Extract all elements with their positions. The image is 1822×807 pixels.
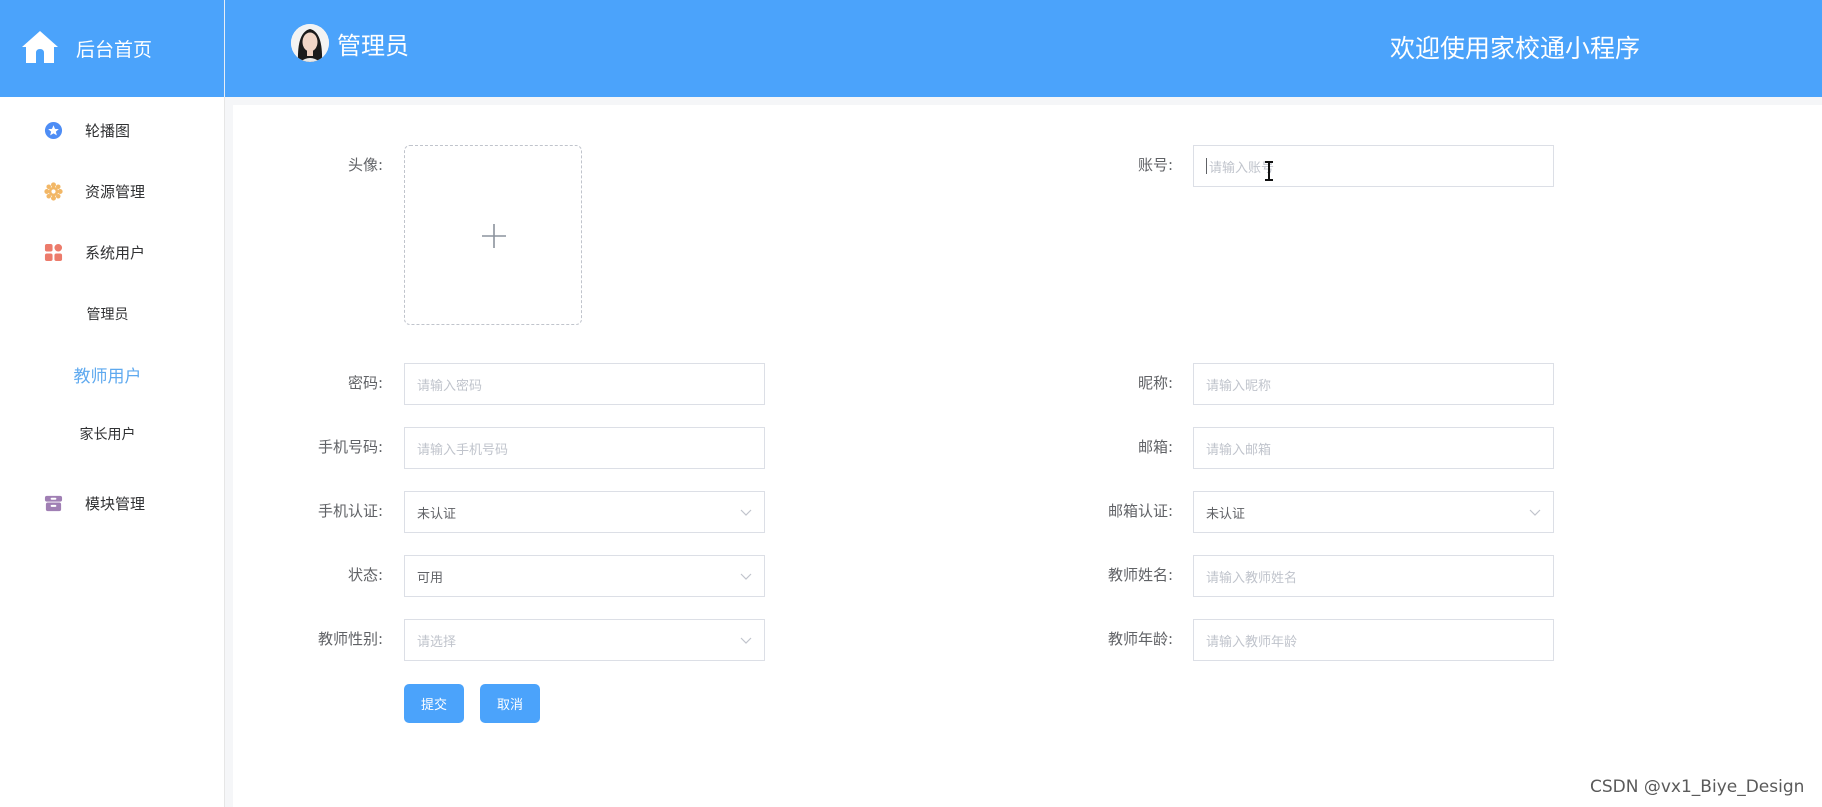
password-placeholder: 请输入密码 bbox=[417, 378, 483, 394]
sidebar-subitem-admin[interactable]: 管理员 bbox=[0, 296, 215, 332]
sidebar-item-label: 系统用户 bbox=[85, 243, 146, 262]
teacher-name-label: 教师姓名: bbox=[1107, 566, 1173, 584]
phone-placeholder: 请输入手机号码 bbox=[417, 442, 509, 458]
sidebar-item-system-users[interactable]: 系统用户 bbox=[0, 232, 225, 272]
sidebar-item-label: 资源管理 bbox=[85, 182, 146, 201]
phone-input[interactable]: 请输入手机号码 bbox=[404, 427, 765, 469]
brand-title: 后台首页 bbox=[76, 39, 153, 61]
teacher-age-input[interactable]: 请输入教师年龄 bbox=[1193, 619, 1554, 661]
teacher-age-placeholder: 请输入教师年龄 bbox=[1206, 634, 1298, 650]
star-badge-icon bbox=[44, 121, 63, 140]
top-header: 后台首页 管理员 欢迎使用家校通小程序 bbox=[0, 0, 1822, 97]
user-menu[interactable]: 管理员 bbox=[291, 24, 409, 62]
welcome-text: 欢迎使用家校通小程序 bbox=[1390, 34, 1641, 63]
teacher-name-input[interactable]: 请输入教师姓名 bbox=[1193, 555, 1554, 597]
sidebar-subitem-parent-users[interactable]: 家长用户 bbox=[0, 416, 215, 452]
sidebar-item-modules[interactable]: 模块管理 bbox=[0, 483, 225, 523]
teacher-age-label: 教师年龄: bbox=[1107, 630, 1173, 648]
form-card: 头像: 账号: 请输入账号 密码: 请输入密码 昵称: 请输入昵称 手机号码: … bbox=[233, 105, 1822, 807]
nickname-input[interactable]: 请输入昵称 bbox=[1193, 363, 1554, 405]
email-placeholder: 请输入邮箱 bbox=[1206, 442, 1272, 458]
email-input[interactable]: 请输入邮箱 bbox=[1193, 427, 1554, 469]
password-label: 密码: bbox=[347, 374, 383, 392]
account-label: 账号: bbox=[1137, 156, 1173, 174]
teacher-name-placeholder: 请输入教师姓名 bbox=[1206, 570, 1298, 586]
status-value: 可用 bbox=[417, 570, 444, 586]
phone-verify-label: 手机认证: bbox=[317, 502, 383, 520]
nickname-placeholder: 请输入昵称 bbox=[1206, 378, 1272, 394]
sidebar-item-label: 模块管理 bbox=[85, 494, 146, 513]
teacher-gender-label: 教师性别: bbox=[317, 630, 383, 648]
sidebar-item-carousel[interactable]: 轮播图 bbox=[0, 110, 225, 150]
email-verify-select[interactable]: 未认证 bbox=[1193, 491, 1554, 533]
submit-button[interactable]: 提交 bbox=[404, 684, 464, 723]
nickname-label: 昵称: bbox=[1137, 374, 1173, 392]
chevron-down-icon bbox=[1529, 506, 1541, 518]
phone-label: 手机号码: bbox=[317, 438, 383, 456]
home-link[interactable]: 后台首页 bbox=[0, 0, 225, 97]
cancel-button[interactable]: 取消 bbox=[480, 684, 540, 723]
avatar-uploader[interactable] bbox=[404, 145, 582, 325]
archive-box-icon bbox=[44, 494, 63, 513]
email-verify-label: 邮箱认证: bbox=[1107, 502, 1173, 520]
sidebar: 轮播图 资源管理 系统用户 管理员 教师用户 家长用户 模块管理 bbox=[0, 97, 225, 807]
email-label: 邮箱: bbox=[1137, 438, 1173, 456]
text-caret bbox=[1206, 158, 1207, 174]
password-input[interactable]: 请输入密码 bbox=[404, 363, 765, 405]
sidebar-item-resources[interactable]: 资源管理 bbox=[0, 171, 225, 211]
phone-verify-select[interactable]: 未认证 bbox=[404, 491, 765, 533]
account-input[interactable]: 请输入账号 bbox=[1193, 145, 1554, 187]
avatar-label: 头像: bbox=[347, 156, 383, 174]
chevron-down-icon bbox=[740, 570, 752, 582]
sidebar-item-label: 轮播图 bbox=[85, 121, 131, 140]
email-verify-value: 未认证 bbox=[1206, 506, 1246, 522]
status-label: 状态: bbox=[347, 566, 383, 584]
phone-verify-value: 未认证 bbox=[417, 506, 457, 522]
gear-flower-icon bbox=[44, 182, 63, 201]
chevron-down-icon bbox=[740, 634, 752, 646]
chevron-down-icon bbox=[740, 506, 752, 518]
user-avatar bbox=[291, 24, 329, 62]
text-cursor-icon bbox=[1263, 161, 1275, 181]
teacher-gender-select[interactable]: 请选择 bbox=[404, 619, 765, 661]
watermark: CSDN @vx1_Biye_Design bbox=[1590, 777, 1805, 797]
home-icon bbox=[20, 27, 60, 71]
grid-apps-icon bbox=[44, 243, 63, 262]
user-name: 管理员 bbox=[337, 31, 409, 60]
teacher-gender-placeholder: 请选择 bbox=[417, 634, 457, 650]
status-select[interactable]: 可用 bbox=[404, 555, 765, 597]
sidebar-subitem-teacher-users[interactable]: 教师用户 bbox=[0, 356, 215, 392]
